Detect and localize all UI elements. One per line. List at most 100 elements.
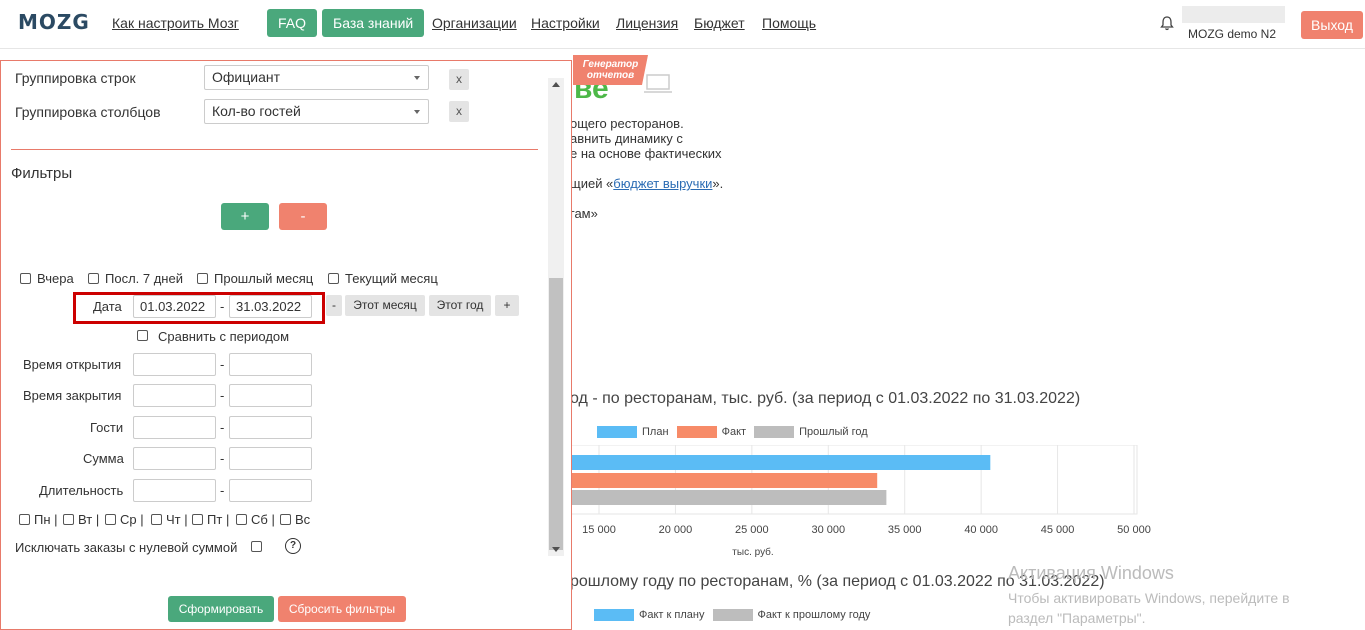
- report-generator-badge: Генератор отчетов: [573, 55, 648, 85]
- x-tick-label: 25 000: [735, 524, 769, 536]
- help-icon[interactable]: ?: [285, 538, 301, 554]
- intro-text-2: авнить динамику с: [570, 131, 683, 146]
- intro-text-5: гам»: [570, 206, 598, 221]
- column-grouping-label: Группировка столбцов: [15, 104, 161, 120]
- date-to-input[interactable]: 31.03.2022: [229, 295, 312, 318]
- chart-legend-1: План Факт Прошлый год: [597, 426, 873, 439]
- remove-filter-button[interactable]: -: [279, 203, 327, 230]
- nav-link-budget[interactable]: Бюджет: [694, 15, 745, 31]
- row-grouping-remove-button[interactable]: x: [449, 69, 469, 90]
- scrollbar-thumb[interactable]: [549, 278, 563, 550]
- this-month-button[interactable]: Этот месяц: [345, 295, 425, 316]
- top-navbar: MOZG Как настроить Мозг FAQ База знаний …: [0, 0, 1365, 49]
- this-year-button[interactable]: Этот год: [429, 295, 491, 316]
- last-7-days-label: Посл. 7 дней: [105, 271, 183, 286]
- reset-filters-button[interactable]: Сбросить фильтры: [278, 596, 406, 622]
- yesterday-label: Вчера: [37, 271, 74, 286]
- nav-link-help[interactable]: Помощь: [762, 15, 816, 31]
- friday-checkbox[interactable]: [192, 514, 203, 525]
- guests-to-input[interactable]: [229, 416, 312, 439]
- open-time-from-input[interactable]: [133, 353, 216, 376]
- open-time-to-input[interactable]: [229, 353, 312, 376]
- scroll-down-icon[interactable]: [552, 547, 560, 552]
- chart-legend-2: Факт к плану Факт к прошлому году: [594, 609, 875, 622]
- duration-to-input[interactable]: [229, 479, 312, 502]
- x-tick-label: 50 000: [1117, 524, 1151, 536]
- logo[interactable]: MOZG: [18, 10, 90, 34]
- windows-activation-title: Активация Windows: [1008, 563, 1174, 583]
- chevron-down-icon: [414, 76, 420, 80]
- sum-to-input[interactable]: [229, 447, 312, 470]
- compare-period-checkbox[interactable]: [137, 330, 148, 341]
- last-7-days-checkbox[interactable]: [88, 273, 99, 284]
- x-tick-label: 20 000: [659, 524, 693, 536]
- duration-from-input[interactable]: [133, 479, 216, 502]
- range-separator: -: [220, 388, 225, 403]
- scroll-up-icon[interactable]: [552, 82, 560, 87]
- build-report-button[interactable]: Сформировать: [168, 596, 274, 622]
- row-grouping-label: Группировка строк: [15, 70, 136, 86]
- logout-button[interactable]: Выход: [1301, 11, 1363, 39]
- legend-item-plan[interactable]: План: [597, 426, 669, 439]
- add-filter-button[interactable]: +: [221, 203, 269, 230]
- nav-link-setup[interactable]: Как настроить Мозг: [112, 15, 239, 31]
- sunday-checkbox[interactable]: [280, 514, 291, 525]
- date-from-input[interactable]: 01.03.2022: [133, 295, 216, 318]
- nav-link-settings[interactable]: Настройки: [531, 15, 600, 31]
- budget-revenue-link[interactable]: бюджет выручки: [613, 176, 712, 191]
- date-previous-button[interactable]: -: [326, 295, 342, 316]
- user-avatar-placeholder: [1182, 6, 1285, 23]
- friday-label: Пт |: [207, 512, 230, 527]
- sunday-label: Вс: [295, 512, 311, 527]
- nav-link-license[interactable]: Лицензия: [616, 15, 678, 31]
- bell-icon[interactable]: [1159, 15, 1175, 31]
- intro-text-4: щией «бюджет выручки».: [570, 176, 724, 191]
- yesterday-checkbox[interactable]: [20, 273, 31, 284]
- saturday-checkbox[interactable]: [236, 514, 247, 525]
- date-separator: -: [220, 299, 225, 314]
- saturday-label: Сб |: [251, 512, 275, 527]
- close-time-from-input[interactable]: [133, 384, 216, 407]
- section-divider: [11, 149, 538, 150]
- wednesday-label: Ср |: [120, 512, 144, 527]
- legend-item-fact-to-plan[interactable]: Факт к плану: [594, 609, 704, 622]
- filter-panel: Группировка строк Официант x Группировка…: [0, 60, 572, 630]
- close-time-to-input[interactable]: [229, 384, 312, 407]
- monday-label: Пн |: [34, 512, 58, 527]
- date-label: Дата: [93, 299, 122, 314]
- current-month-checkbox[interactable]: [328, 273, 339, 284]
- exclude-zero-checkbox[interactable]: [251, 541, 262, 552]
- wednesday-checkbox[interactable]: [105, 514, 116, 525]
- legend-item-last-year[interactable]: Прошлый год: [754, 426, 868, 439]
- monday-checkbox[interactable]: [19, 514, 30, 525]
- bar-plan[interactable]: [570, 455, 991, 470]
- column-grouping-remove-button[interactable]: x: [449, 101, 469, 122]
- knowledge-base-button[interactable]: База знаний: [322, 9, 425, 37]
- current-month-label: Текущий месяц: [345, 271, 438, 286]
- user-name[interactable]: MOZG demo N2: [1188, 27, 1276, 41]
- nav-link-organizations[interactable]: Организации: [432, 15, 517, 31]
- legend-item-fact[interactable]: Факт: [676, 426, 746, 439]
- range-separator: -: [220, 483, 225, 498]
- range-separator: -: [220, 420, 225, 435]
- tuesday-checkbox[interactable]: [63, 514, 74, 525]
- faq-button[interactable]: FAQ: [267, 9, 318, 37]
- x-axis-label: тыс. руб.: [732, 546, 773, 558]
- panel-scrollbar[interactable]: [548, 78, 564, 556]
- bar-last-year[interactable]: [570, 490, 887, 505]
- legend-item-fact-to-last-year[interactable]: Факт к прошлому году: [712, 609, 870, 622]
- x-tick-label: 45 000: [1041, 524, 1075, 536]
- date-next-button[interactable]: +: [495, 295, 519, 316]
- guests-from-input[interactable]: [133, 416, 216, 439]
- row-grouping-select[interactable]: Официант: [204, 65, 429, 90]
- range-separator: -: [220, 357, 225, 372]
- thursday-checkbox[interactable]: [151, 514, 162, 525]
- last-month-checkbox[interactable]: [197, 273, 208, 284]
- column-grouping-select[interactable]: Кол-во гостей: [204, 99, 429, 124]
- sum-from-input[interactable]: [133, 447, 216, 470]
- windows-activation-text: Чтобы активировать Windows, перейдите в …: [1008, 590, 1290, 626]
- range-separator: -: [220, 451, 225, 466]
- tuesday-label: Вт |: [78, 512, 100, 527]
- chart-title-1: од - по ресторанам, тыс. руб. (за период…: [570, 390, 1081, 407]
- bar-fact[interactable]: [570, 473, 878, 488]
